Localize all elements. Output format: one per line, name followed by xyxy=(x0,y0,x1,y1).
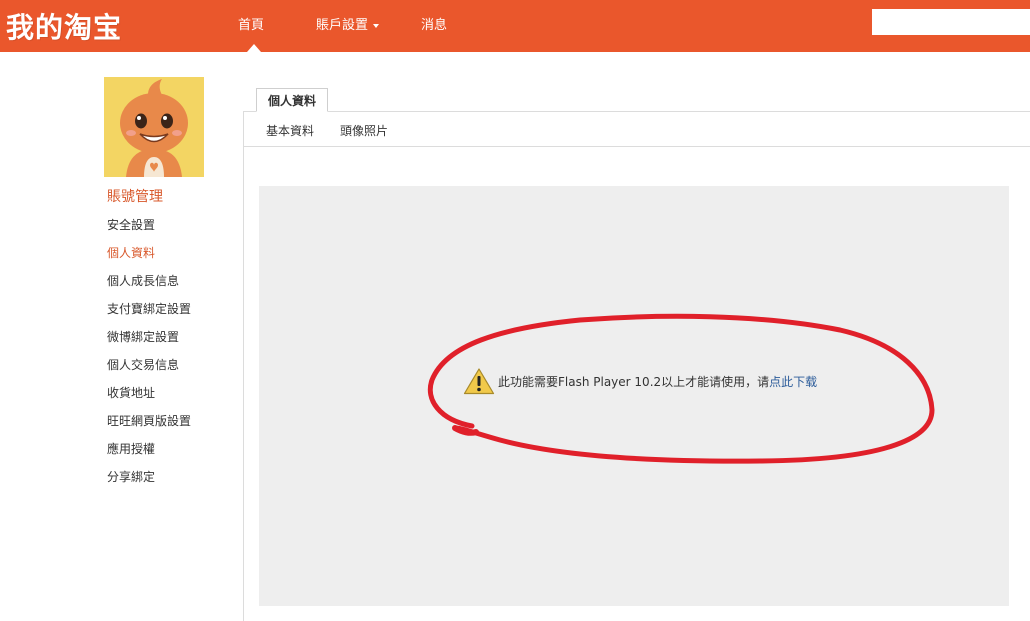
sidebar-menu: 安全設置 個人資料 個人成長信息 支付寶綁定設置 微博綁定設置 個人交易信息 收… xyxy=(107,216,191,496)
nav-messages[interactable]: 消息 xyxy=(421,14,447,33)
download-flash-link[interactable]: 点此下载 xyxy=(769,373,817,390)
nav-messages-label: 消息 xyxy=(421,18,448,33)
sidebar-title: 賬號管理 xyxy=(107,189,163,205)
flash-placeholder xyxy=(259,186,1009,606)
nav-pointer-icon xyxy=(247,44,261,52)
nav-account-settings[interactable]: 賬戶設置 xyxy=(316,14,380,33)
subtab-avatar-photo[interactable]: 頭像照片 xyxy=(340,122,388,139)
sidebar-item-weibo[interactable]: 微博綁定設置 xyxy=(107,328,191,356)
sidebar-item-growth[interactable]: 個人成長信息 xyxy=(107,272,191,300)
subtab-divider xyxy=(243,146,1030,147)
sidebar-item-alipay[interactable]: 支付寶綁定設置 xyxy=(107,300,191,328)
top-navigation-bar: 我的淘宝 首頁 賬戶設置 消息 xyxy=(0,0,1030,52)
nav-account-settings-label: 賬戶設置 xyxy=(316,18,369,33)
sidebar-item-profile[interactable]: 個人資料 xyxy=(107,244,191,272)
site-logo[interactable]: 我的淘宝 xyxy=(6,6,122,46)
warning-icon xyxy=(463,368,495,395)
mascot-avatar-icon xyxy=(104,77,204,177)
subtab-basic-info[interactable]: 基本資料 xyxy=(266,122,314,139)
search-input[interactable] xyxy=(872,9,1030,35)
chevron-down-icon xyxy=(373,23,380,28)
sidebar-item-address[interactable]: 收貨地址 xyxy=(107,384,191,412)
sidebar-item-share[interactable]: 分享綁定 xyxy=(107,468,191,496)
avatar[interactable] xyxy=(104,77,204,177)
sidebar-item-security[interactable]: 安全設置 xyxy=(107,216,191,244)
flash-notice-text: 此功能需要Flash Player 10.2以上才能请使用，请 xyxy=(498,374,770,389)
flash-notice: 此功能需要Flash Player 10.2以上才能请使用，请 点此下载 xyxy=(463,367,817,395)
tab-bar-divider xyxy=(243,111,1030,112)
content-left-border xyxy=(243,111,244,621)
nav-home-label: 首頁 xyxy=(238,18,265,33)
sidebar-item-app-auth[interactable]: 應用授權 xyxy=(107,440,191,468)
sidebar-item-transactions[interactable]: 個人交易信息 xyxy=(107,356,191,384)
tab-profile[interactable]: 個人資料 xyxy=(256,88,329,112)
nav-home[interactable]: 首頁 xyxy=(238,14,264,33)
sidebar-item-wangwang[interactable]: 旺旺網頁版設置 xyxy=(107,412,191,440)
